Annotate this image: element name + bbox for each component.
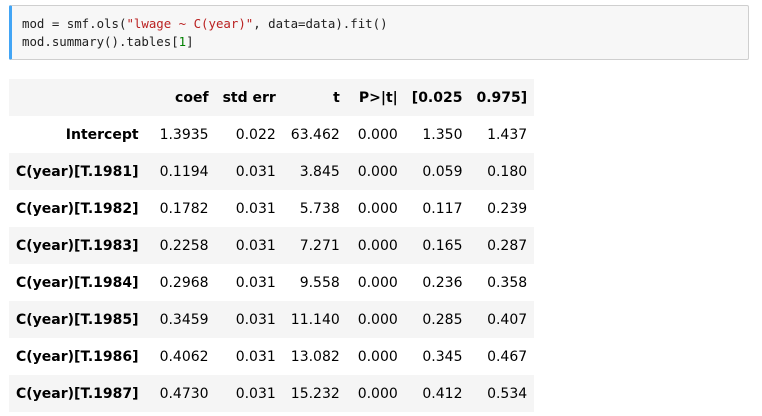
cell-std-err: 0.031	[235, 385, 276, 402]
cell-ci-upper: 0.358	[487, 274, 528, 291]
cell-t: 9.558	[299, 274, 340, 291]
cell-p-value: 0.000	[357, 237, 398, 254]
row-label: C(year)[T.1984]	[16, 274, 139, 291]
cell-ci-lower: 0.059	[422, 163, 463, 180]
cell-ci-upper: 0.287	[487, 237, 528, 254]
header-ci-lower: [0.025	[404, 79, 470, 116]
code-cell[interactable]: mod = smf.ols("lwage ~ C(year)", data=da…	[9, 5, 749, 60]
cell-ci-lower: 0.117	[422, 200, 463, 217]
header-ci-upper: 0.975]	[469, 79, 535, 116]
cell-coef: 0.1194	[159, 163, 209, 180]
cell-t: 3.845	[299, 163, 340, 180]
cell-std-err: 0.031	[235, 163, 276, 180]
table-row: C(year)[T.1986] 0.4062 0.031 13.082 0.00…	[9, 338, 535, 375]
table-row: C(year)[T.1984] 0.2968 0.031 9.558 0.000…	[9, 264, 535, 301]
row-label: C(year)[T.1986]	[16, 348, 139, 365]
cell-t: 5.738	[299, 200, 340, 217]
code-string-token: "lwage ~ C(year)"	[126, 16, 254, 31]
cell-std-err: 0.031	[235, 200, 276, 217]
row-label: Intercept	[65, 126, 139, 143]
header-t: t	[282, 79, 347, 116]
cell-coef: 0.2258	[159, 237, 209, 254]
code-line-2: mod.summary().tables[1]	[22, 33, 388, 51]
header-corner	[9, 79, 146, 116]
cell-ci-lower: 0.165	[422, 237, 463, 254]
cell-ci-upper: 0.534	[487, 385, 528, 402]
row-label: C(year)[T.1985]	[16, 311, 139, 328]
cell-coef: 0.3459	[159, 311, 209, 328]
cell-t: 11.140	[290, 311, 340, 328]
regression-summary-table: coef std err t P>|t| [0.025 0.975] Inter…	[9, 79, 535, 412]
cell-ci-upper: 0.467	[487, 348, 528, 365]
header-p-value: P>|t|	[346, 79, 405, 116]
code-input[interactable]: mod = smf.ols("lwage ~ C(year)", data=da…	[22, 15, 388, 51]
cell-p-value: 0.000	[357, 126, 398, 143]
cell-t: 15.232	[290, 385, 340, 402]
cell-coef: 0.1782	[159, 200, 209, 217]
cell-ci-upper: 0.239	[487, 200, 528, 217]
cell-t: 7.271	[299, 237, 340, 254]
cell-t: 13.082	[290, 348, 340, 365]
cell-ci-upper: 0.407	[487, 311, 528, 328]
cell-coef: 0.2968	[159, 274, 209, 291]
cell-p-value: 0.000	[357, 311, 398, 328]
code-token: ]	[186, 34, 194, 49]
row-label: C(year)[T.1982]	[16, 200, 139, 217]
cell-ci-upper: 0.180	[487, 163, 528, 180]
row-label: C(year)[T.1983]	[16, 237, 139, 254]
cell-p-value: 0.000	[357, 200, 398, 217]
cell-ci-lower: 0.285	[422, 311, 463, 328]
table-row: C(year)[T.1987] 0.4730 0.031 15.232 0.00…	[9, 375, 535, 412]
header-std-err: std err	[215, 79, 283, 116]
code-token: , data=data).fit()	[253, 16, 388, 31]
cell-ci-lower: 1.350	[422, 126, 463, 143]
cell-p-value: 0.000	[357, 385, 398, 402]
table-row: C(year)[T.1983] 0.2258 0.031 7.271 0.000…	[9, 227, 535, 264]
cell-std-err: 0.031	[235, 311, 276, 328]
cell-std-err: 0.022	[235, 126, 276, 143]
table-row: C(year)[T.1985] 0.3459 0.031 11.140 0.00…	[9, 301, 535, 338]
cell-p-value: 0.000	[357, 163, 398, 180]
cell-p-value: 0.000	[357, 274, 398, 291]
row-label: C(year)[T.1981]	[16, 163, 139, 180]
code-token: mod.summary().tables[	[22, 34, 179, 49]
cell-p-value: 0.000	[357, 348, 398, 365]
table-row: Intercept 1.3935 0.022 63.462 0.000 1.35…	[9, 116, 535, 153]
table-row: C(year)[T.1982] 0.1782 0.031 5.738 0.000…	[9, 190, 535, 227]
header-coef: coef	[145, 79, 216, 116]
code-number-token: 1	[178, 34, 187, 49]
cell-ci-upper: 1.437	[487, 126, 528, 143]
cell-ci-lower: 0.236	[422, 274, 463, 291]
cell-coef: 1.3935	[159, 126, 209, 143]
cell-std-err: 0.031	[235, 274, 276, 291]
table-row: C(year)[T.1981] 0.1194 0.031 3.845 0.000…	[9, 153, 535, 190]
cell-std-err: 0.031	[235, 237, 276, 254]
cell-std-err: 0.031	[235, 348, 276, 365]
cell-t: 63.462	[290, 126, 340, 143]
cell-coef: 0.4062	[159, 348, 209, 365]
cell-ci-lower: 0.412	[422, 385, 463, 402]
code-token: mod = smf.ols(	[22, 16, 127, 31]
table-header-row: coef std err t P>|t| [0.025 0.975]	[9, 79, 535, 116]
cell-coef: 0.4730	[159, 385, 209, 402]
row-label: C(year)[T.1987]	[16, 385, 139, 402]
code-line-1: mod = smf.ols("lwage ~ C(year)", data=da…	[22, 15, 388, 33]
cell-ci-lower: 0.345	[422, 348, 463, 365]
